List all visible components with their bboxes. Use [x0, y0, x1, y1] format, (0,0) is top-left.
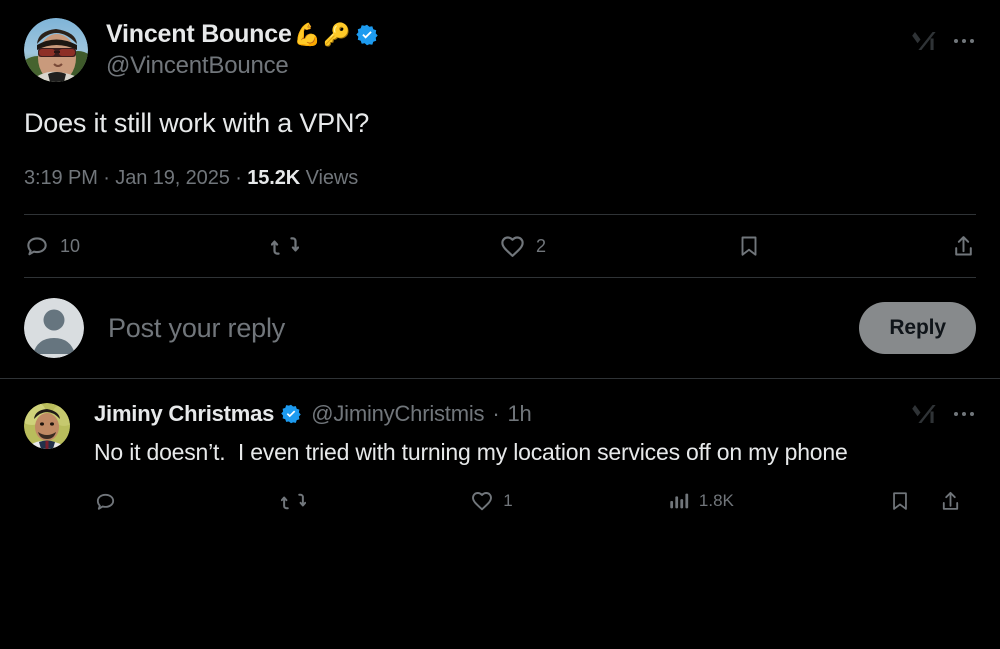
like-action[interactable]: 2 — [499, 233, 546, 260]
grok-xai-icon[interactable] — [912, 401, 938, 427]
reply-input[interactable]: Post your reply — [108, 313, 859, 344]
grok-xai-icon[interactable] — [912, 28, 938, 54]
views-count: 1.8K — [698, 491, 734, 511]
reply-button[interactable]: Reply — [859, 302, 976, 355]
reply-action[interactable]: 10 — [24, 233, 80, 259]
main-tweet: Vincent Bounce 💪 🔑 @VincentBounce Does i… — [0, 0, 1000, 190]
main-tweet-identity: Vincent Bounce 💪 🔑 @VincentBounce — [106, 18, 912, 80]
retweet-action[interactable] — [281, 489, 315, 514]
post-date: Jan 19, 2025 — [115, 167, 230, 190]
meta-separator-1: · — [103, 167, 110, 190]
reply-action[interactable] — [94, 490, 126, 513]
bookmark-action[interactable] — [889, 490, 911, 512]
reply-tweet-content: Jiminy Christmas @JiminyChristmis · 1h N… — [94, 401, 976, 529]
flexed-bicep-emoji-icon: 💪 — [293, 21, 322, 47]
views-action[interactable]: 1.8K — [668, 490, 734, 512]
avatar[interactable] — [24, 403, 70, 450]
verified-badge-icon — [281, 404, 301, 424]
more-options-icon[interactable] — [952, 408, 976, 420]
like-count: 2 — [536, 235, 547, 256]
reply-tweet-action-bar: 1 1.8K — [94, 473, 976, 529]
bookmark-action[interactable] — [737, 234, 761, 258]
tweet-detail-page: Vincent Bounce 💪 🔑 @VincentBounce Does i… — [0, 0, 1000, 649]
meta-separator-2: · — [235, 167, 242, 190]
avatar[interactable] — [24, 18, 88, 82]
display-name[interactable]: Vincent Bounce — [106, 20, 292, 49]
reply-composer: Post your reply Reply — [0, 278, 1000, 378]
reply-tweet-text: No it doesn’t. I even tried with turning… — [94, 439, 848, 466]
like-action[interactable]: 1 — [470, 489, 513, 513]
default-avatar-icon[interactable] — [24, 298, 84, 359]
time-separator: · — [492, 401, 500, 427]
handle[interactable]: @JiminyChristmis — [311, 401, 484, 427]
reply-tweet-header-actions — [912, 401, 976, 427]
reply-tweet: Jiminy Christmas @JiminyChristmis · 1h N… — [0, 379, 1000, 529]
timestamp[interactable]: 1h — [507, 401, 531, 427]
post-time: 3:19 PM — [24, 167, 98, 190]
main-tweet-header-actions — [912, 18, 976, 54]
handle[interactable]: @VincentBounce — [106, 52, 912, 80]
like-count: 1 — [503, 491, 513, 511]
main-tweet-text: Does it still work with a VPN? — [24, 108, 370, 138]
views-count[interactable]: 15.2K — [247, 167, 300, 189]
verified-badge-icon — [356, 24, 379, 46]
share-action[interactable] — [939, 490, 962, 513]
reply-count: 10 — [60, 235, 81, 256]
more-options-icon[interactable] — [952, 35, 976, 47]
views-label: Views — [305, 167, 359, 190]
display-name[interactable]: Jiminy Christmas — [94, 401, 274, 427]
share-action[interactable] — [951, 234, 976, 259]
reply-tweet-header: Jiminy Christmas @JiminyChristmis · 1h — [94, 401, 976, 427]
main-tweet-action-bar: 10 2 — [0, 215, 1000, 277]
retweet-action[interactable] — [270, 232, 309, 260]
main-tweet-header: Vincent Bounce 💪 🔑 @VincentBounce — [24, 18, 976, 82]
display-name-row: Vincent Bounce 💪 🔑 — [106, 20, 912, 49]
main-tweet-metadata: 3:19 PM · Jan 19, 2025 · 15.2K Views — [24, 167, 976, 190]
key-emoji-icon: 🔑 — [323, 21, 351, 47]
